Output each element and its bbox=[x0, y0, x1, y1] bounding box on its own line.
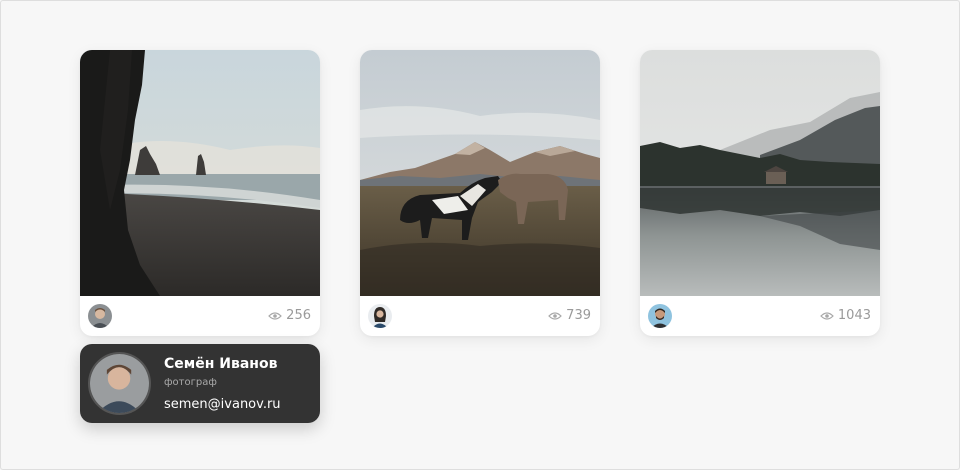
views-count: 256 bbox=[286, 308, 311, 323]
card-footer: 1043 bbox=[640, 296, 880, 336]
profile-popover: Семён Иванов фотограф semen@ivanov.ru bbox=[80, 344, 320, 423]
photo-card[interactable]: 739 bbox=[360, 50, 600, 336]
photo-beach-sea-stacks[interactable] bbox=[80, 50, 320, 296]
views-count: 739 bbox=[566, 308, 591, 323]
views-count: 1043 bbox=[837, 308, 871, 323]
photo-misty-lake[interactable] bbox=[640, 50, 880, 296]
views-counter: 256 bbox=[268, 307, 311, 325]
card-footer: 256 bbox=[80, 296, 320, 336]
views-counter: 1043 bbox=[820, 307, 871, 325]
profile-avatar bbox=[88, 352, 151, 415]
photo-horses-mountains[interactable] bbox=[360, 50, 600, 296]
profile-name: Семён Иванов bbox=[164, 356, 278, 372]
profile-email-link[interactable]: semen@ivanov.ru bbox=[164, 396, 281, 414]
eye-icon bbox=[548, 312, 563, 320]
photo-card[interactable]: 256 bbox=[80, 50, 320, 336]
card-footer: 739 bbox=[360, 296, 600, 336]
views-counter: 739 bbox=[548, 307, 591, 325]
man-avatar[interactable] bbox=[88, 304, 112, 328]
bearded-man-avatar[interactable] bbox=[648, 304, 672, 328]
profile-role: фотограф bbox=[164, 377, 217, 388]
photo-card[interactable]: 1043 bbox=[640, 50, 880, 336]
eye-icon bbox=[820, 312, 834, 320]
eye-icon bbox=[268, 312, 283, 320]
woman-avatar[interactable] bbox=[368, 304, 392, 328]
